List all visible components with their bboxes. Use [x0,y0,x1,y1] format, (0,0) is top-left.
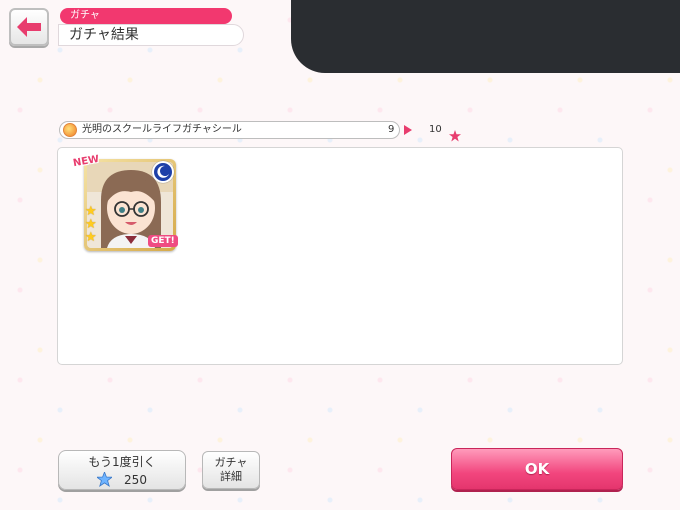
rarity-stars: ★ ★ ★ [85,205,101,244]
seal-count-before: 9 [388,124,395,135]
draw-again-button[interactable]: もう1度引く 250 [58,450,186,490]
seal-icon [63,123,77,137]
draw-again-label: もう1度引く [88,455,156,469]
star-gem-icon [97,472,113,487]
seal-count-after: 10 [429,124,442,135]
get-badge: GET! [148,235,178,247]
back-button[interactable] [9,8,49,46]
draw-cost-row: 250 [59,472,185,487]
arrow-left-icon [17,17,41,37]
page-title: ガチャ結果 [58,24,244,46]
gacha-name: 光明のスクールライフガチャシール [82,124,242,135]
title-plate: ガチャ ガチャ結果 [58,8,246,46]
details-label-line1: ガチャ [214,456,248,469]
rarity-star-icon: ★ [85,230,97,245]
gacha-header: 光明のスクールライフガチャシール 9 10 [59,121,461,142]
draw-cost: 250 [124,472,147,487]
category-tag: ガチャ [60,8,232,24]
redacted-area [291,0,680,73]
arrow-right-icon [404,125,412,135]
gacha-details-button[interactable]: ガチャ 詳細 [202,451,260,489]
details-label-line2: 詳細 [220,470,242,483]
ok-button[interactable]: OK [451,448,623,490]
moon-icon [152,161,174,183]
star-icon [449,130,461,142]
